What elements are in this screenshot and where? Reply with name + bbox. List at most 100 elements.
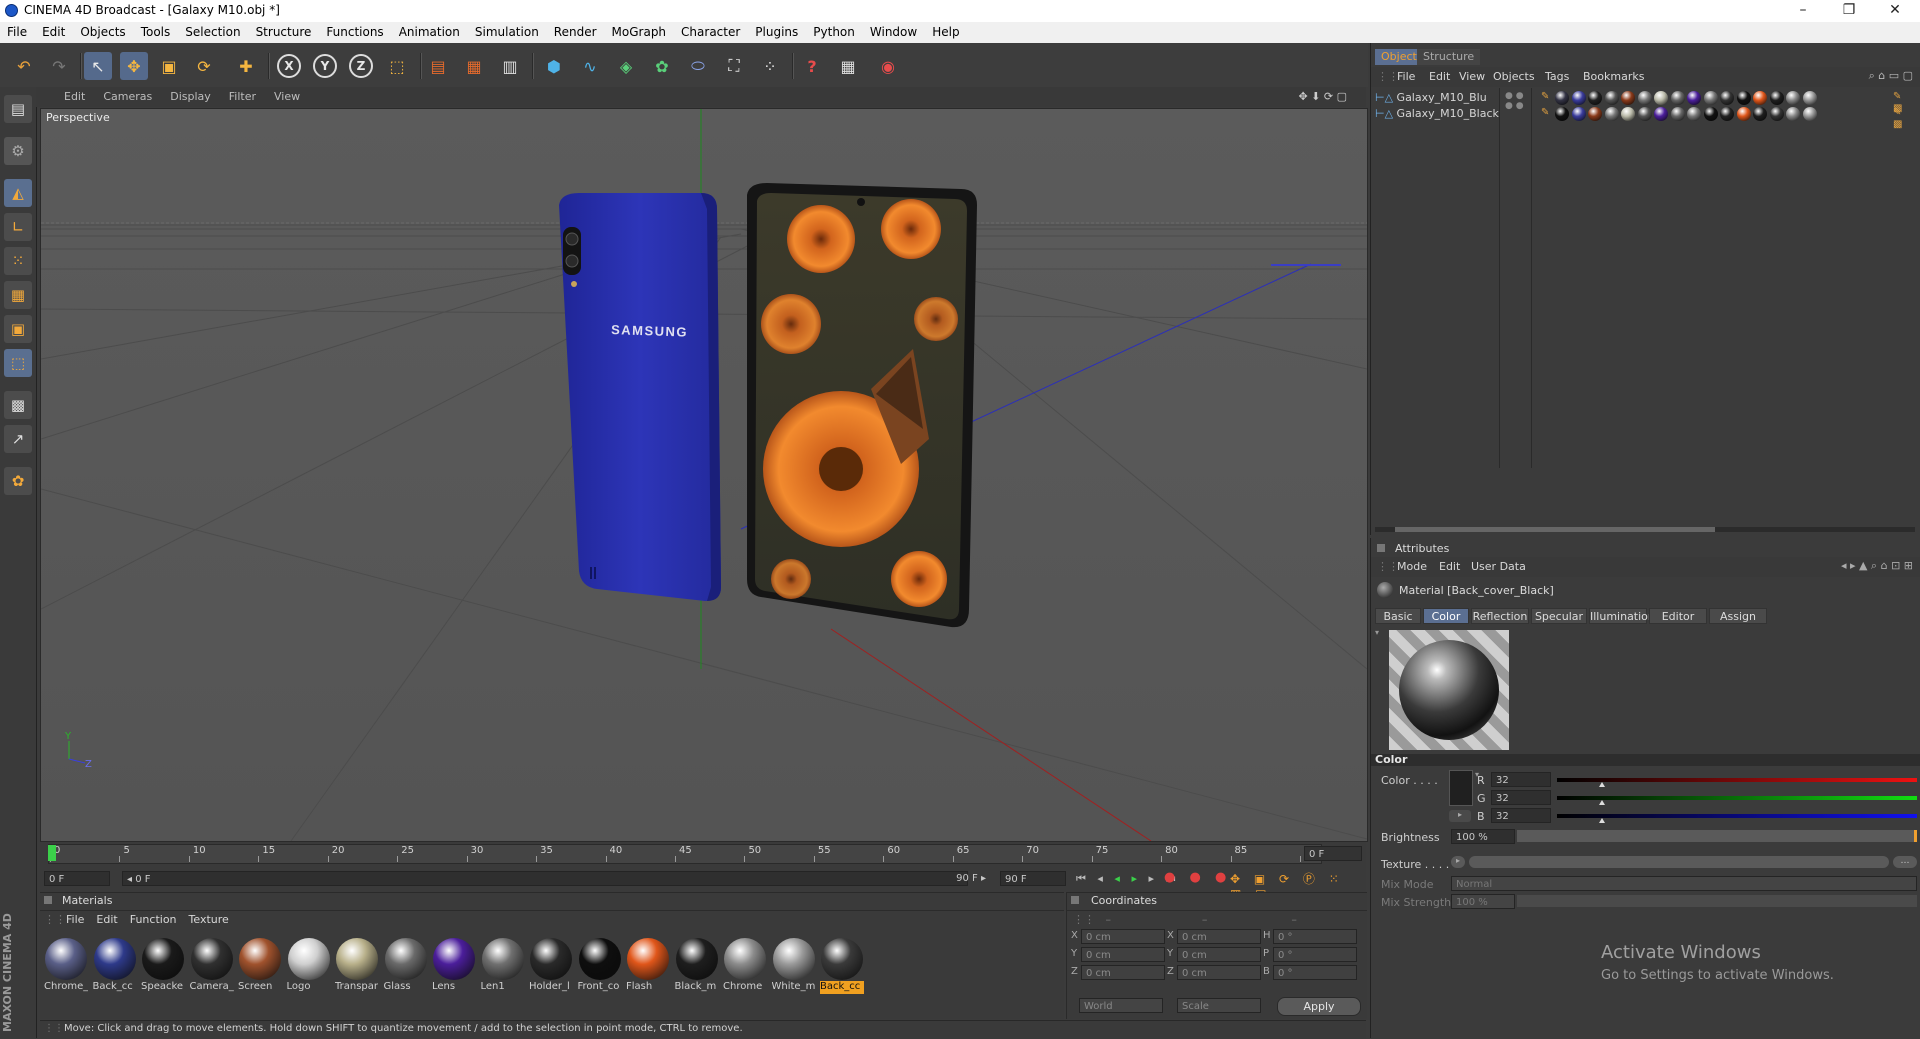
object-row-blue[interactable]: ⊢△ Galaxy_M10_Blu — [1375, 91, 1499, 105]
x-axis-icon[interactable]: X — [275, 52, 303, 80]
model-mode-icon[interactable]: ◭ — [4, 179, 32, 207]
mixstrength-slider[interactable] — [1517, 895, 1917, 907]
extra-tag-icons[interactable]: ✎ ▩ — [1893, 91, 1907, 114]
material-swatch[interactable]: Screen — [238, 937, 282, 993]
phong-tag-icon[interactable]: ✎ — [1541, 91, 1555, 105]
object-scrollbar-thumb[interactable] — [1395, 527, 1715, 532]
coord-value-field[interactable]: 0 ° — [1273, 965, 1357, 980]
scale-icon[interactable]: ▣ — [155, 52, 183, 80]
coord-value-field[interactable]: 0 cm — [1177, 929, 1261, 944]
material-tag-icon[interactable] — [1753, 107, 1767, 121]
points-mode-icon[interactable]: ⁙ — [4, 247, 32, 275]
object-row-black[interactable]: ⊢△ Galaxy_M10_Black — [1375, 107, 1499, 121]
viewport-menu-cameras[interactable]: Cameras — [94, 87, 161, 103]
render-settings-icon[interactable]: ▥ — [496, 52, 524, 80]
menu-mograph[interactable]: MoGraph — [605, 22, 675, 39]
viewport-menu-edit[interactable]: Edit — [36, 87, 94, 103]
menu-plugins[interactable]: Plugins — [748, 22, 806, 39]
material-swatch[interactable]: Chrome_ — [44, 937, 88, 993]
nurbs-icon[interactable]: ◈ — [612, 52, 640, 80]
select-icon[interactable]: ↖ — [84, 52, 112, 80]
menu-python[interactable]: Python — [806, 22, 863, 39]
menu-window[interactable]: Window — [863, 22, 925, 39]
material-tag-icon[interactable] — [1571, 107, 1586, 121]
material-tag-icon[interactable] — [1588, 91, 1602, 105]
material-tag-icon[interactable] — [1769, 107, 1784, 121]
material-tag-icon[interactable] — [1802, 91, 1817, 105]
material-swatch[interactable]: Back_cc — [93, 937, 137, 993]
material-tag-icon[interactable] — [1654, 107, 1668, 121]
material-tag-icon[interactable] — [1786, 91, 1800, 105]
texture-browse-button[interactable]: … — [1893, 856, 1917, 868]
tab-illumination[interactable]: Illumination — [1589, 608, 1655, 624]
coord-value-field[interactable]: 0 cm — [1177, 947, 1261, 962]
material-swatch[interactable]: Len1 — [481, 937, 525, 993]
polygons-mode-icon[interactable]: ▣ — [4, 315, 32, 343]
end-frame-field[interactable]: 90 F — [1000, 871, 1066, 886]
help-icon[interactable]: ? — [798, 52, 826, 80]
color-swatch[interactable] — [1449, 770, 1473, 806]
scene-icon[interactable]: ⛶ — [720, 52, 748, 80]
material-tag-icon[interactable] — [1654, 91, 1668, 105]
material-swatch[interactable]: Front_co — [578, 937, 622, 993]
menu-help[interactable]: Help — [925, 22, 967, 39]
collapse-arrow-icon[interactable]: ▾ — [1375, 628, 1379, 637]
menu-structure[interactable]: Structure — [249, 22, 320, 39]
close-button[interactable]: ✕ — [1872, 0, 1918, 22]
visibility-dots[interactable]: ● ● ● ● — [1505, 91, 1524, 111]
menu-character[interactable]: Character — [674, 22, 748, 39]
y-axis-icon[interactable]: Y — [311, 52, 339, 80]
preview-range-max-field[interactable]: 90 F ▸ — [920, 871, 990, 886]
tab-structure[interactable]: Structure — [1417, 49, 1481, 65]
material-swatch[interactable]: Glass — [384, 937, 428, 993]
coord-value-field[interactable]: 0 cm — [1081, 929, 1165, 944]
menu-render[interactable]: Render — [547, 22, 605, 39]
menu-tools[interactable]: Tools — [134, 22, 179, 39]
deformer-icon[interactable]: ⬭ — [684, 52, 712, 80]
material-swatch[interactable]: Black_m — [675, 937, 719, 993]
viewport-menu-view[interactable]: View — [265, 87, 309, 103]
edges-mode-icon[interactable]: ▦ — [4, 281, 32, 309]
g-value-field[interactable]: 32 — [1491, 790, 1551, 805]
materials-menu-texture[interactable]: Texture — [189, 913, 229, 926]
coordinate-system-icon[interactable]: ⬚ — [383, 52, 411, 80]
tab-color[interactable]: Color — [1423, 608, 1469, 624]
menu-file[interactable]: File — [0, 22, 35, 39]
perspective-viewport[interactable]: SAMSUNG Y Z Perspective — [40, 108, 1368, 842]
view-panel-icon[interactable]: ▤ — [4, 95, 32, 123]
color-mode-button[interactable]: ▸ — [1449, 810, 1471, 822]
menu-simulation[interactable]: Simulation — [468, 22, 547, 39]
globe-icon[interactable]: ◉ — [874, 52, 902, 80]
g-slider[interactable] — [1557, 796, 1917, 800]
render-view-icon[interactable]: ▤ — [424, 52, 452, 80]
object-menu-file[interactable]: File — [1397, 70, 1415, 83]
current-frame-field[interactable]: 0 F — [1304, 846, 1362, 861]
tab-reflection[interactable]: Reflection — [1471, 608, 1529, 624]
material-swatch[interactable]: Flash — [626, 937, 670, 993]
material-tag-icon[interactable] — [1604, 91, 1619, 105]
material-preview[interactable] — [1389, 630, 1509, 750]
spline-icon[interactable]: ∿ — [576, 52, 604, 80]
materials-menu-file[interactable]: File — [66, 913, 84, 926]
material-tag-icon[interactable] — [1604, 107, 1619, 121]
coord-value-field[interactable]: 0 cm — [1177, 965, 1261, 980]
phong-tag-icon[interactable]: ✎ — [1541, 107, 1555, 121]
material-tag-icon[interactable] — [1637, 91, 1652, 105]
material-tag-icon[interactable] — [1703, 107, 1718, 121]
attributes-menu-userdata[interactable]: User Data — [1471, 560, 1526, 573]
material-tag-icon[interactable] — [1703, 91, 1718, 105]
object-scrollbar[interactable] — [1375, 527, 1915, 532]
b-value-field[interactable]: 32 — [1491, 808, 1551, 823]
viewport-nav-icons[interactable]: ✥ ⬇ ⟳ ▢ — [1289, 87, 1356, 103]
sculpt-icon[interactable]: ✿ — [4, 467, 32, 495]
tab-assign[interactable]: Assign — [1709, 608, 1767, 624]
move-icon[interactable]: ✥ — [120, 52, 148, 80]
material-tag-icon[interactable] — [1621, 107, 1635, 121]
material-swatch[interactable]: Camera_ — [190, 937, 234, 993]
material-tag-icon[interactable] — [1720, 107, 1734, 121]
layout-icon[interactable]: ▦ — [834, 52, 862, 80]
material-tag-icon[interactable] — [1670, 107, 1685, 121]
undo-icon[interactable]: ↶ — [10, 52, 38, 80]
material-tag-icon[interactable] — [1736, 91, 1751, 105]
material-tag-icon[interactable] — [1555, 107, 1569, 121]
